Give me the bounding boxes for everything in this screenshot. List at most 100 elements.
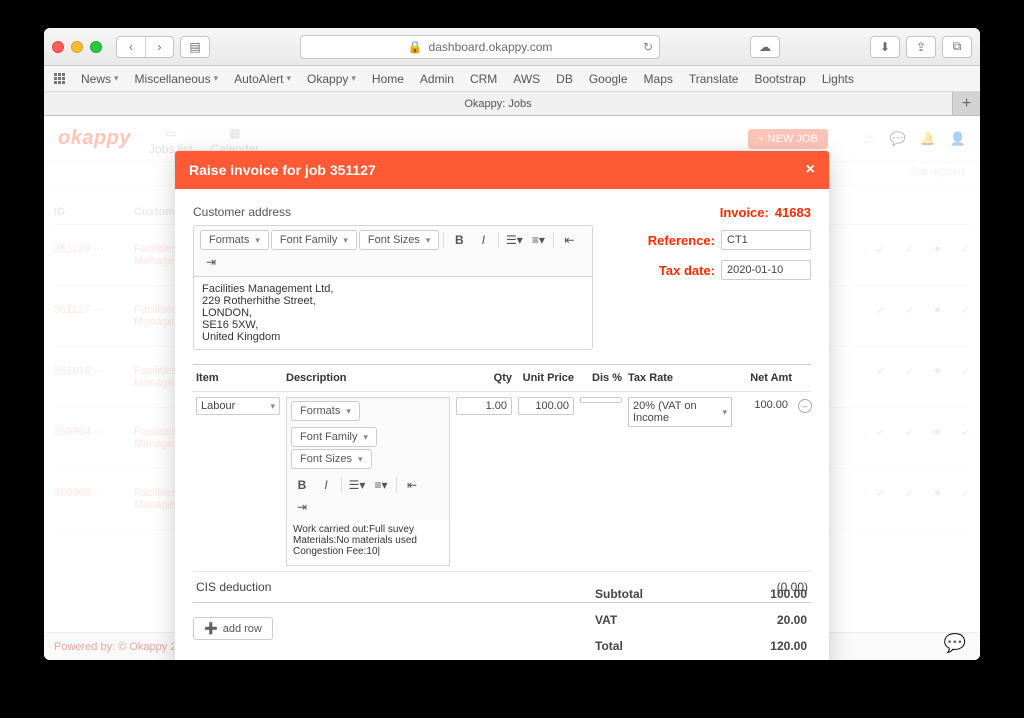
maximize-window-icon[interactable] (90, 41, 102, 53)
bookmark-item[interactable]: News▾ (73, 72, 127, 86)
new-job-button[interactable]: + NEW JOB (748, 129, 828, 149)
bookmark-item[interactable]: DB (548, 72, 581, 86)
line-items-table: Item Description Qty Unit Price Dis % Ta… (193, 364, 811, 603)
bookmark-item[interactable]: AutoAlert▾ (226, 72, 299, 86)
refresh-icon[interactable]: ↻ (643, 40, 653, 54)
bookmark-item[interactable]: Admin (412, 72, 462, 86)
item-select[interactable]: Labour▾ (196, 397, 280, 415)
sidebar-toggle[interactable]: ▤ (180, 36, 210, 58)
italic-icon[interactable]: I (472, 230, 494, 250)
close-icon[interactable]: × (806, 161, 815, 179)
font-family-dropdown[interactable]: Font Family (271, 230, 357, 250)
bookmark-item[interactable]: Maps (636, 72, 681, 86)
desc-editor[interactable]: Work carried out:Full suvey Materials:No… (286, 520, 450, 566)
desc-formats-dropdown[interactable]: Formats (291, 401, 360, 421)
desc-ordered-list-icon[interactable]: ≡▾ (370, 475, 392, 495)
formats-dropdown[interactable]: Formats (200, 230, 269, 250)
ordered-list-icon[interactable]: ≡▾ (527, 230, 549, 250)
desc-outdent-icon[interactable]: ⇤ (401, 475, 423, 495)
browser-toolbar: ‹ › ▤ 🔒 dashboard.okappy.com ↻ ☁ ⬇ ⇪ ⧉ (44, 28, 980, 66)
bookmark-item[interactable]: Google (581, 72, 636, 86)
chat-bubble-icon[interactable]: 💬 (944, 633, 966, 654)
desc-bold-icon[interactable]: B (291, 475, 313, 495)
delete-row-icon[interactable]: – (798, 399, 812, 413)
col-qty: Qty (453, 370, 515, 386)
desc-indent-icon[interactable]: ⇥ (291, 497, 313, 517)
address-bar[interactable]: 🔒 dashboard.okappy.com ↻ (300, 35, 660, 59)
desc-bullet-list-icon[interactable]: ☰▾ (346, 475, 368, 495)
bookmark-item[interactable]: AWS (505, 72, 548, 86)
share-button[interactable]: ⇪ (906, 36, 936, 58)
page-content: okappy ▭Jobs list ▦Calendar + NEW JOB ⚠ … (44, 116, 980, 660)
indent-icon[interactable]: ⇥ (200, 252, 222, 272)
desc-fontfamily-dropdown[interactable]: Font Family (291, 427, 377, 447)
vat-value: 20.00 (777, 613, 807, 627)
total-label: Total (595, 639, 623, 653)
col-net-amt: Net Amt (735, 370, 795, 386)
download-icon: ⬇ (871, 37, 899, 57)
close-window-icon[interactable] (52, 41, 64, 53)
window-controls (52, 41, 102, 53)
reference-input[interactable] (721, 230, 811, 250)
discount-input[interactable] (580, 397, 622, 403)
desc-italic-icon[interactable]: I (315, 475, 337, 495)
apps-icon[interactable] (54, 73, 65, 84)
chat-icon[interactable]: 💬 (889, 131, 905, 147)
bookmark-item[interactable]: Okappy▾ (299, 72, 364, 86)
tabs-button[interactable]: ⧉ (942, 36, 972, 58)
tabs-icon: ⧉ (943, 37, 971, 57)
cloud-icon: ☁ (751, 37, 779, 57)
taxdate-label: Tax date: (659, 263, 715, 278)
bell-icon[interactable]: 🔔 (920, 131, 936, 147)
bookmark-item[interactable]: Home (364, 72, 412, 86)
invoice-label: Invoice: (720, 205, 769, 220)
reference-label: Reference: (648, 233, 715, 248)
col-item: Item (193, 370, 283, 386)
address-editor[interactable]: Facilities Management Ltd, 229 Rotherhit… (193, 276, 593, 350)
bookmark-item[interactable]: Miscellaneous▾ (127, 72, 227, 86)
bookmark-item[interactable]: Lights (814, 72, 862, 86)
url-host: dashboard.okappy.com (429, 40, 553, 54)
total-value: 120.00 (770, 639, 807, 653)
modal-header: Raise invoice for job 351127 × (175, 151, 829, 189)
vat-label: VAT (595, 613, 617, 627)
desc-editor-toolbar: Formats (286, 397, 450, 424)
tab-strip: Okappy: Jobs + (44, 92, 980, 116)
font-sizes-dropdown[interactable]: Font Sizes (359, 230, 440, 250)
raise-invoice-modal: Raise invoice for job 351127 × Customer … (174, 150, 830, 660)
alert-icon[interactable]: ⚠ (864, 131, 876, 147)
bullet-list-icon[interactable]: ☰▾ (503, 230, 525, 250)
tax-rate-select[interactable]: 20% (VAT on Income▾ (628, 397, 732, 427)
outdent-icon[interactable]: ⇤ (558, 230, 580, 250)
download-button[interactable]: ⬇ (870, 36, 900, 58)
bookmark-item[interactable]: Bootstrap (746, 72, 813, 86)
bold-icon[interactable]: B (448, 230, 470, 250)
plus-icon: ➕ (204, 622, 218, 635)
subtotal-label: Subtotal (595, 587, 643, 601)
qty-input[interactable]: 1.00 (456, 397, 512, 415)
bookmark-item[interactable]: Translate (681, 72, 747, 86)
invoice-number: 41683 (775, 205, 811, 220)
desc-fontsizes-dropdown[interactable]: Font Sizes (291, 449, 372, 469)
unit-price-input[interactable]: 100.00 (518, 397, 574, 415)
modal-title: Raise invoice for job 351127 (189, 162, 376, 178)
new-tab-button[interactable]: + (952, 92, 980, 115)
taxdate-input[interactable] (721, 260, 811, 280)
col-unit-price: Unit Price (515, 370, 577, 386)
tab-title: Okappy: Jobs (464, 98, 531, 110)
cloud-button[interactable]: ☁ (750, 36, 780, 58)
user-icon[interactable]: 👤 (950, 131, 966, 147)
col-discount: Dis % (577, 370, 625, 386)
forward-icon[interactable]: › (145, 37, 173, 57)
back-icon[interactable]: ‹ (117, 37, 145, 57)
nav-back-forward[interactable]: ‹ › (116, 36, 174, 58)
add-row-button[interactable]: ➕add row (193, 617, 273, 640)
minimize-window-icon[interactable] (71, 41, 83, 53)
bookmark-item[interactable]: CRM (462, 72, 505, 86)
header-icons: ⚠ 💬 🔔 👤 (864, 131, 966, 147)
bookmarks-bar: News▾Miscellaneous▾AutoAlert▾Okappy▾Home… (44, 66, 980, 92)
col-description: Description (283, 370, 453, 386)
active-tab[interactable]: Okappy: Jobs (44, 92, 952, 115)
browser-window: ‹ › ▤ 🔒 dashboard.okappy.com ↻ ☁ ⬇ ⇪ ⧉ N… (44, 28, 980, 660)
lock-icon: 🔒 (408, 40, 423, 54)
